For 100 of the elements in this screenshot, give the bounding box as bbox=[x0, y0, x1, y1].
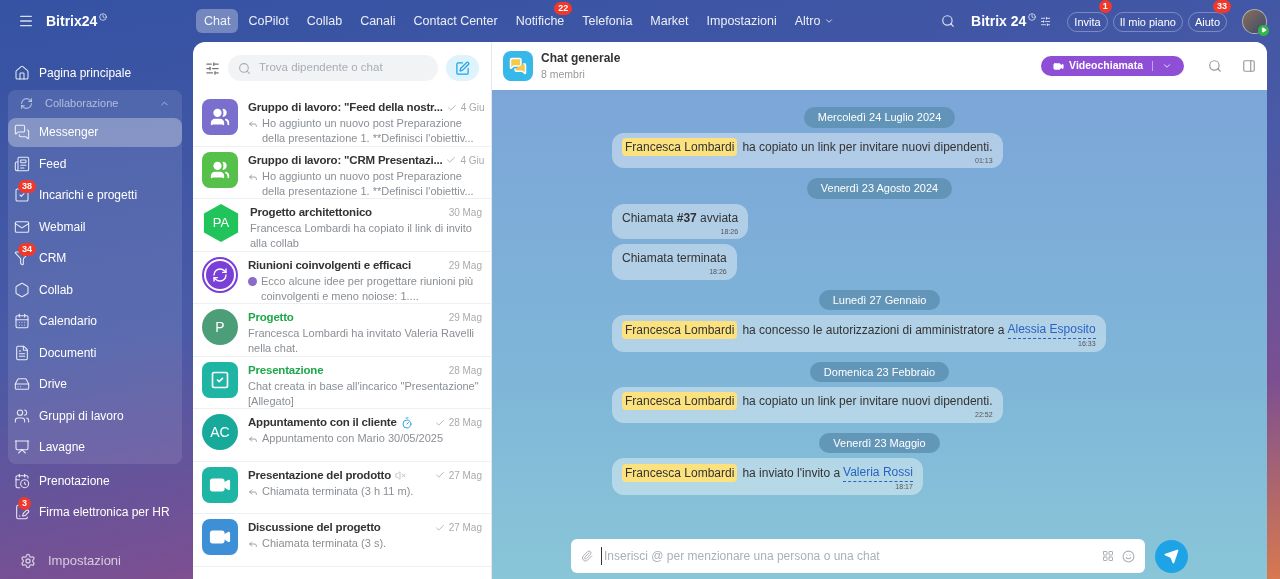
chat-list-item[interactable]: Presentazione 28 Mag Chat creata in base all'incarico "Presentazione" [Allegato] bbox=[193, 356, 491, 409]
sidebar-item[interactable]: Lavagne bbox=[8, 432, 182, 462]
calendar-clock-icon bbox=[14, 472, 30, 489]
user-link[interactable]: Valeria Rossi bbox=[843, 463, 913, 482]
search-icon[interactable] bbox=[941, 14, 956, 28]
message-text: ha copiato un link per invitare nuovi dipendenti. bbox=[742, 138, 993, 156]
chat-date: 28 Mag bbox=[448, 416, 482, 431]
author-tag: Francesca Lombardi bbox=[622, 463, 738, 482]
nav-tab[interactable]: Telefonia bbox=[574, 9, 641, 33]
chat-list-item[interactable]: P Progetto 29 Mag Francesca Lombardi ha invitato Valeria Ravelli nella chat. bbox=[193, 304, 491, 357]
chat-title: Presentazione del prodotto bbox=[248, 467, 392, 483]
chat-date: 28 Mag bbox=[448, 363, 482, 378]
envelope-icon bbox=[14, 218, 30, 235]
sidebar-item[interactable]: Collab bbox=[8, 275, 182, 304]
sidebar-item[interactable]: Feed bbox=[8, 149, 182, 178]
newspaper-icon bbox=[14, 155, 30, 172]
chat-title: Discussione del progetto bbox=[248, 520, 381, 535]
date-separator: Lunedì 27 Gennaio bbox=[818, 289, 941, 310]
paperclip-icon[interactable] bbox=[581, 550, 593, 562]
message-text: ha concesso le autorizzazioni di amministratore a bbox=[742, 321, 1005, 339]
nav-tab[interactable]: Collab bbox=[298, 9, 351, 33]
sidebar-item[interactable]: 38 Incarichi e progetti bbox=[8, 180, 182, 210]
chat-list-item[interactable]: Discussione del progetto 27 Mag Chiamata terminata (3 s). bbox=[193, 514, 491, 567]
chat-preview: Francesca Lombardi ha copiato il link di invito alla collab bbox=[250, 221, 473, 252]
author-tag: Francesca Lombardi bbox=[622, 392, 738, 410]
date-separator: Venerdì 23 Agosto 2024 bbox=[806, 178, 953, 199]
chat-bubbles-icon bbox=[509, 57, 527, 75]
chat-date: 27 Mag bbox=[448, 521, 482, 536]
sliders-icon[interactable] bbox=[1040, 15, 1052, 27]
send-icon bbox=[1164, 548, 1179, 564]
chat-title: Progetto architettonico bbox=[250, 205, 372, 220]
document-icon bbox=[14, 344, 30, 361]
circle-arrows-icon bbox=[20, 97, 33, 110]
count-badge: 3 bbox=[18, 497, 31, 510]
chat-title: Chat generale bbox=[541, 50, 621, 68]
search-icon bbox=[238, 61, 251, 75]
chat-preview: Chiamata terminata (3 s). bbox=[262, 536, 387, 552]
emoji-icon[interactable] bbox=[1122, 549, 1135, 563]
apps-icon[interactable] bbox=[1102, 550, 1114, 562]
chat-preview: Francesca Lombardi ha invitato Valeria Ravelli nella chat. bbox=[248, 326, 475, 357]
users-icon bbox=[210, 159, 230, 180]
search-icon[interactable] bbox=[1208, 59, 1222, 73]
chat-date: 4 Giu bbox=[460, 153, 485, 168]
user-avatar[interactable] bbox=[1242, 8, 1267, 34]
users-icon bbox=[210, 107, 230, 127]
nav-tab[interactable]: Market bbox=[642, 9, 697, 33]
side-panel-icon[interactable] bbox=[1242, 59, 1256, 73]
sidebar-item[interactable]: Webmail bbox=[8, 212, 182, 241]
chat-list-item[interactable]: Riunioni coinvolgenti e efficaci 29 Mag Ecco alcune idee per progettare riunioni più coinvolgenti e meno noiose: 1.... bbox=[193, 251, 491, 304]
nav-tab[interactable]: CoPilot bbox=[240, 9, 297, 33]
chat-list-item[interactable]: Gruppo di lavoro: "Feed della nostr... 4 Giu Ho aggiunto un nuovo post Preparazione della presentazione 1. **Definisci l'obiettiv... bbox=[193, 94, 491, 147]
nav-tab[interactable]: Canali bbox=[352, 9, 404, 33]
date-separator: Mercoledì 24 Luglio 2024 bbox=[803, 107, 956, 128]
chat-list-item[interactable]: AC Appuntamento con il cliente 28 Mag Appuntamento con Mario 30/05/2025 bbox=[193, 409, 491, 462]
chat-preview: Appuntamento con Mario 30/05/2025 bbox=[262, 431, 444, 447]
filter-icon[interactable] bbox=[205, 60, 220, 76]
sidebar-item[interactable]: 3 Firma elettronica per HR bbox=[8, 497, 182, 527]
count-badge: 34 bbox=[18, 243, 36, 256]
video-camera-icon bbox=[1053, 60, 1065, 72]
menu-icon[interactable] bbox=[18, 13, 34, 29]
sidebar-item[interactable]: 34 CRM bbox=[8, 243, 182, 273]
initials-avatar: P bbox=[202, 309, 238, 345]
sidebar-item[interactable]: Prenotazione bbox=[8, 466, 182, 495]
author-tag: Francesca Lombardi bbox=[622, 137, 738, 156]
new-chat-button[interactable] bbox=[446, 55, 479, 81]
brand-logo: Bitrix 24 bbox=[971, 11, 1027, 31]
swirl-icon bbox=[212, 266, 228, 283]
video-call-button[interactable]: Videochiamata bbox=[1041, 56, 1184, 76]
settings-link[interactable]: Impostazioni bbox=[8, 549, 182, 573]
chat-date: 29 Mag bbox=[448, 311, 482, 326]
count-badge: 33 bbox=[1213, 0, 1231, 13]
chat-list-item[interactable]: PA Progetto architettonico 30 Mag Francesca Lombardi ha copiato il link di invito alla collab bbox=[193, 199, 491, 252]
nav-tab[interactable]: Chat bbox=[196, 9, 239, 33]
sidebar-item[interactable]: Pagina principale bbox=[8, 58, 182, 87]
brand-logo[interactable]: Bitrix24 bbox=[46, 10, 98, 32]
sidebar-item[interactable]: Documenti bbox=[8, 338, 182, 367]
chat-list-item[interactable]: Gruppo di lavoro: "CRM Presentazi... 4 Giu Ho aggiunto un nuovo post Preparazione della presentazione 1. **Definisci l'obiettiv... bbox=[193, 146, 491, 199]
count-badge: 38 bbox=[18, 180, 36, 193]
settings-icon bbox=[20, 553, 36, 569]
checkbox-icon bbox=[14, 187, 30, 203]
hexagon-icon bbox=[14, 281, 30, 298]
chat-preview: Ho aggiunto un nuovo post Preparazione della presentazione 1. **Definisci l'obiettiv... bbox=[262, 116, 475, 147]
user-link[interactable]: Alessia Esposito bbox=[1007, 320, 1096, 339]
chat-preview: Chiamata terminata (3 h 11 m). bbox=[262, 483, 414, 499]
chat-title: Gruppo di lavoro: "CRM Presentazi... bbox=[248, 152, 443, 168]
drive-icon bbox=[14, 376, 30, 392]
sidebar-item[interactable]: Gruppi di lavoro bbox=[8, 401, 182, 430]
sidebar-item[interactable]: Calendario bbox=[8, 306, 182, 336]
sidebar-item[interactable]: Drive bbox=[8, 369, 182, 399]
chat-title: Riunioni coinvolgenti e efficaci bbox=[248, 257, 411, 273]
chat-preview: Chat creata in base all'incarico "Presentazione" [Allegato] bbox=[248, 378, 480, 409]
nav-tab[interactable]: Contact Center bbox=[405, 9, 506, 33]
chat-list-item[interactable]: Presentazione del prodotto 27 Mag Chiamata terminata (3 h 11 m). bbox=[193, 461, 491, 514]
chat-date: 27 Mag bbox=[448, 468, 482, 483]
clock-icon bbox=[1028, 13, 1037, 21]
date-separator: Venerdì 23 Maggio bbox=[819, 432, 940, 453]
message-text: Chiamata #37 avviata bbox=[622, 210, 739, 225]
send-button[interactable] bbox=[1155, 539, 1188, 573]
nav-tab[interactable]: Impostazioni bbox=[698, 9, 785, 33]
nav-tab[interactable]: Altro bbox=[786, 9, 843, 33]
